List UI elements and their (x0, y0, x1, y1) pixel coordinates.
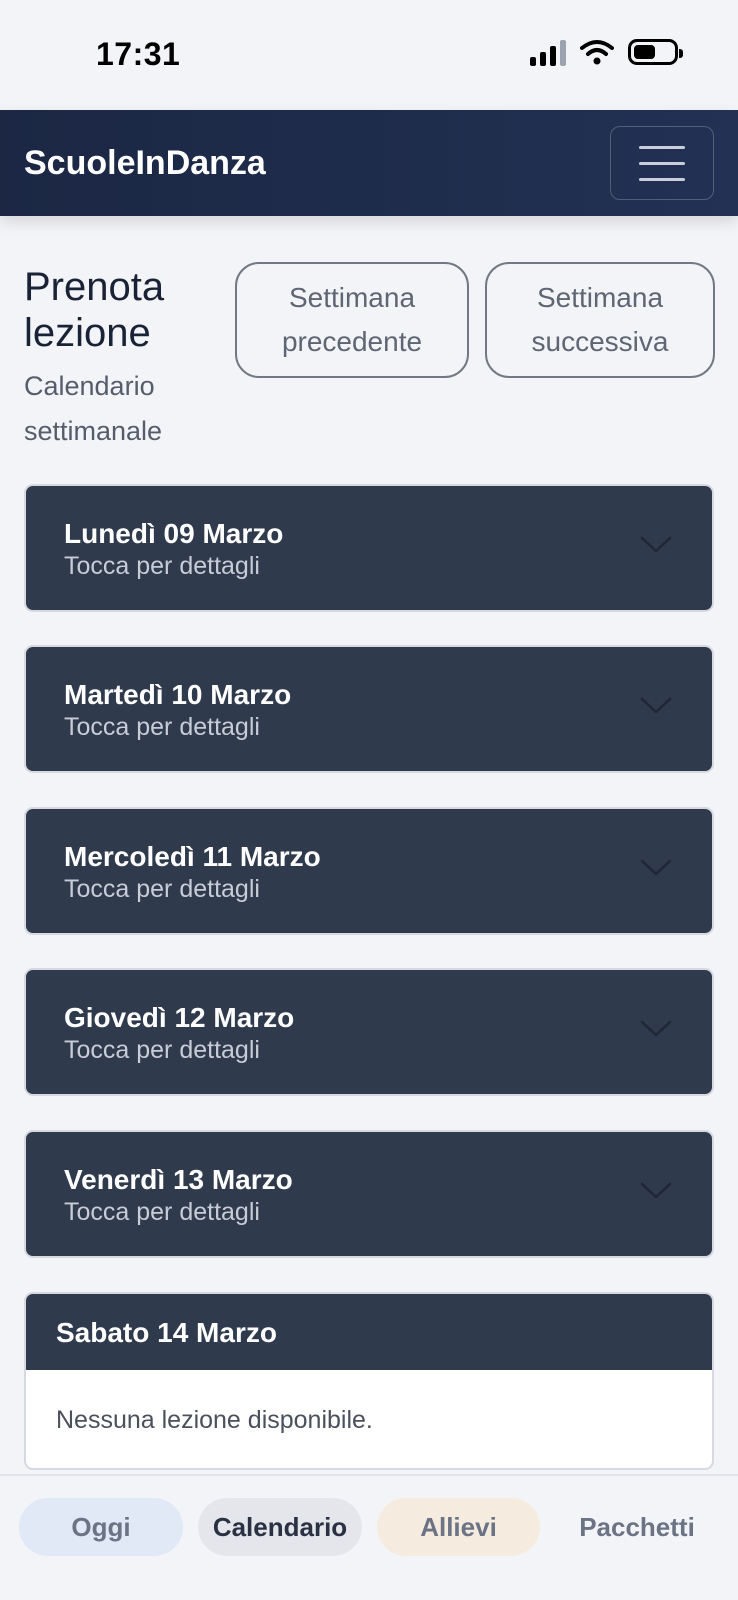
wifi-icon (580, 40, 614, 65)
day-hint: Tocca per dettagli (64, 875, 260, 903)
brand-logo[interactable]: ScuoleInDanza (24, 144, 266, 183)
day-hint: Tocca per dettagli (64, 552, 260, 580)
chevron-down-icon (640, 697, 672, 714)
day-card-monday[interactable]: Lunedì 09 Marzo Tocca per dettagli (24, 484, 714, 612)
status-icons (530, 38, 683, 66)
menu-icon-bar (639, 145, 685, 149)
chevron-down-icon (640, 859, 672, 876)
day-hint: Tocca per dettagli (64, 713, 260, 741)
day-card-wednesday[interactable]: Mercoledì 11 Marzo Tocca per dettagli (24, 807, 714, 935)
day-card-header[interactable]: Sabato 14 Marzo (26, 1294, 712, 1370)
battery-icon (628, 39, 683, 65)
tab-oggi[interactable]: Oggi (19, 1498, 183, 1556)
chevron-down-icon (640, 1182, 672, 1199)
next-week-button[interactable]: Settimana successiva (485, 262, 715, 378)
cellular-signal-icon (530, 38, 566, 66)
tab-calendario[interactable]: Calendario (198, 1498, 362, 1556)
day-card-tuesday[interactable]: Martedì 10 Marzo Tocca per dettagli (24, 645, 714, 773)
page-subtitle: Calendario settimanale (24, 371, 163, 446)
chevron-down-icon (640, 536, 672, 553)
menu-icon-bar (639, 177, 685, 181)
hamburger-menu-button[interactable] (610, 126, 714, 200)
bottom-navigation: Oggi Calendario Allievi Pacchetti (0, 1474, 738, 1600)
day-card-thursday[interactable]: Giovedì 12 Marzo Tocca per dettagli (24, 968, 714, 1096)
menu-icon-bar (639, 161, 685, 165)
day-card-friday[interactable]: Venerdì 13 Marzo Tocca per dettagli (24, 1130, 714, 1258)
top-navbar: ScuoleInDanza (0, 110, 738, 216)
previous-week-button[interactable]: Settimana precedente (235, 262, 469, 378)
chevron-down-icon (640, 1020, 672, 1037)
page-title: Prenota lezione (24, 265, 165, 355)
tab-pacchetti[interactable]: Pacchetti (555, 1498, 719, 1556)
status-time: 17:31 (96, 36, 181, 72)
tab-allievi[interactable]: Allievi (377, 1498, 540, 1556)
day-title: Martedì 10 Marzo (64, 679, 292, 710)
empty-lessons-message: Nessuna lezione disponibile. (56, 1406, 373, 1434)
day-title: Sabato 14 Marzo (56, 1317, 277, 1348)
day-title: Venerdì 13 Marzo (64, 1164, 293, 1195)
day-hint: Tocca per dettagli (64, 1036, 260, 1064)
day-card-saturday: Sabato 14 Marzo Nessuna lezione disponib… (24, 1292, 714, 1470)
day-title: Mercoledì 11 Marzo (64, 841, 321, 872)
day-hint: Tocca per dettagli (64, 1198, 260, 1226)
day-title: Giovedì 12 Marzo (64, 1002, 295, 1033)
day-title: Lunedì 09 Marzo (64, 518, 284, 549)
status-bar: 17:31 (0, 0, 738, 110)
